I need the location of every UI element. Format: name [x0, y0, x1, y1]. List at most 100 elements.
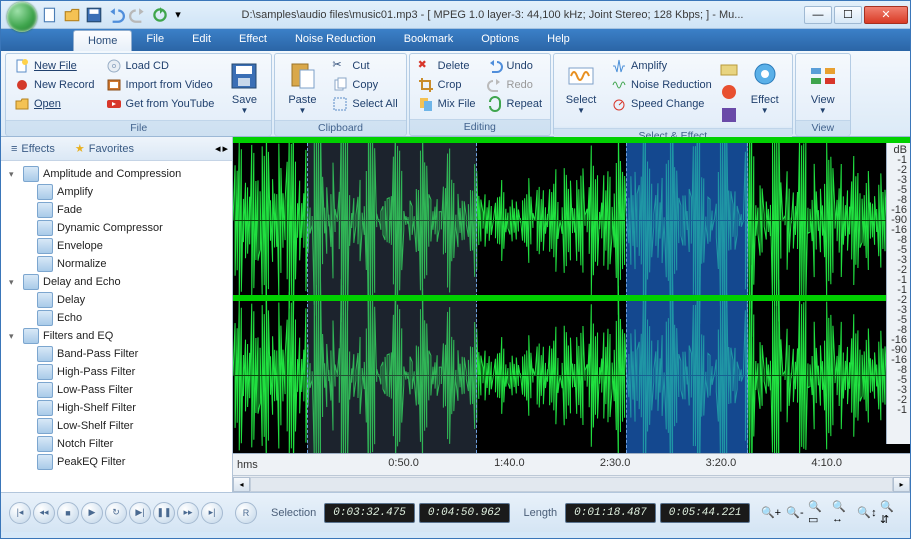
effect-button[interactable]: Effect▼: [742, 57, 788, 125]
zoom-selection-button[interactable]: 🔍▭: [808, 503, 830, 523]
qat-refresh-icon[interactable]: [151, 6, 169, 24]
tree-item[interactable]: PeakEQ Filter: [1, 453, 232, 471]
speed-change-button[interactable]: Speed Change: [607, 95, 716, 113]
mix-file-button[interactable]: Mix File: [414, 95, 480, 113]
go-end-button[interactable]: ▸|: [201, 502, 223, 524]
tree-item[interactable]: Low-Shelf Filter: [1, 417, 232, 435]
redo-button[interactable]: Redo: [483, 76, 546, 94]
tab-options[interactable]: Options: [467, 29, 533, 51]
noise-icon: [611, 77, 627, 93]
rewind-button[interactable]: ◂◂: [33, 502, 55, 524]
play-loop-button[interactable]: ↻: [105, 502, 127, 524]
tree-item[interactable]: Band-Pass Filter: [1, 345, 232, 363]
zoom-in-v-button[interactable]: 🔍↕: [856, 503, 878, 523]
qat-new-icon[interactable]: [41, 6, 59, 24]
tree-item[interactable]: Fade: [1, 201, 232, 219]
view-button[interactable]: View▼: [800, 57, 846, 117]
zoom-out-v-button[interactable]: 🔍⇵: [880, 503, 902, 523]
waveform-view[interactable]: dB-1-2-3-5-8-16-90-16-8-5-3-2-1-1-2-3-5-…: [233, 137, 910, 492]
maximize-button[interactable]: ☐: [834, 6, 862, 24]
time-ruler[interactable]: hms 0:50.01:40.02:30.03:20.04:10.05:00.0: [233, 453, 910, 475]
tree-item[interactable]: High-Pass Filter: [1, 363, 232, 381]
side-nav-left-icon[interactable]: ◂: [215, 142, 221, 155]
qat-redo-icon[interactable]: [129, 6, 147, 24]
tab-noise-reduction[interactable]: Noise Reduction: [281, 29, 390, 51]
tab-file[interactable]: File: [132, 29, 178, 51]
close-button[interactable]: ✕: [864, 6, 908, 24]
qat-undo-icon[interactable]: [107, 6, 125, 24]
cut-button[interactable]: ✂Cut: [328, 57, 401, 75]
selection-start-value: 0:03:32.475: [324, 503, 415, 523]
side-nav-right-icon[interactable]: ▸: [222, 142, 228, 155]
tree-item[interactable]: Amplify: [1, 183, 232, 201]
tree-category[interactable]: ▾Filters and EQ: [1, 327, 232, 345]
zoom-in-button[interactable]: 🔍+: [760, 503, 782, 523]
horizontal-scrollbar[interactable]: ◂ ▸: [233, 475, 910, 492]
tree-item[interactable]: Normalize: [1, 255, 232, 273]
tool-icon-1[interactable]: [719, 59, 739, 79]
copy-button[interactable]: Copy: [328, 76, 401, 94]
scroll-left-icon[interactable]: ◂: [233, 477, 250, 492]
noise-reduction-button[interactable]: Noise Reduction: [607, 76, 716, 94]
qat-save-icon[interactable]: [85, 6, 103, 24]
amplify-button[interactable]: Amplify: [607, 57, 716, 75]
tab-edit[interactable]: Edit: [178, 29, 225, 51]
tool-icon-2[interactable]: [719, 82, 739, 102]
play-button[interactable]: ▶: [81, 502, 103, 524]
import-video-button[interactable]: Import from Video: [102, 76, 219, 94]
zoom-out-button[interactable]: 🔍-: [784, 503, 806, 523]
select-all-button[interactable]: Select All: [328, 95, 401, 113]
app-orb-button[interactable]: [7, 2, 37, 32]
tree-category[interactable]: ▾Amplitude and Compression: [1, 165, 232, 183]
repeat-button[interactable]: Repeat: [483, 95, 546, 113]
undo-button[interactable]: Undo: [483, 57, 546, 75]
paste-button[interactable]: Paste▼: [279, 57, 325, 117]
tab-effect[interactable]: Effect: [225, 29, 281, 51]
qat-dropdown-icon[interactable]: ▾: [173, 6, 183, 24]
record-icon: [14, 77, 30, 93]
group-clipboard: Paste▼ ✂Cut Copy Select All Clipboard: [274, 53, 406, 136]
scroll-right-icon[interactable]: ▸: [893, 477, 910, 492]
time-tick: 2:30.0: [600, 457, 631, 469]
tree-item[interactable]: High-Shelf Filter: [1, 399, 232, 417]
tab-bookmark[interactable]: Bookmark: [390, 29, 468, 51]
fx-icon: ≡: [11, 143, 17, 155]
stop-button[interactable]: ■: [57, 502, 79, 524]
crop-button[interactable]: Crop: [414, 76, 480, 94]
tree-item[interactable]: Envelope: [1, 237, 232, 255]
select-button[interactable]: Select▼: [558, 57, 604, 125]
tree-item[interactable]: Notch Filter: [1, 435, 232, 453]
tree-category[interactable]: ▾Delay and Echo: [1, 273, 232, 291]
minimize-button[interactable]: —: [804, 6, 832, 24]
side-tab-effects[interactable]: ≡Effects: [5, 141, 61, 157]
tree-item[interactable]: Dynamic Compressor: [1, 219, 232, 237]
save-button[interactable]: Save▼: [221, 57, 267, 117]
zoom-fit-button[interactable]: 🔍↔: [832, 503, 854, 523]
tree-item[interactable]: Echo: [1, 309, 232, 327]
scroll-track[interactable]: [250, 477, 893, 492]
play-selection-button[interactable]: ▶|: [129, 502, 151, 524]
effects-tree[interactable]: ▾Amplitude and CompressionAmplifyFadeDyn…: [1, 161, 232, 492]
tree-item[interactable]: Low-Pass Filter: [1, 381, 232, 399]
pause-button[interactable]: ❚❚: [153, 502, 175, 524]
delete-button[interactable]: ✖Delete: [414, 57, 480, 75]
forward-button[interactable]: ▸▸: [177, 502, 199, 524]
tab-home[interactable]: Home: [73, 30, 132, 51]
tab-help[interactable]: Help: [533, 29, 584, 51]
selection-end-value: 0:04:50.962: [419, 503, 510, 523]
new-file-button[interactable]: New File: [10, 57, 99, 75]
open-button[interactable]: Open: [10, 95, 99, 113]
side-tab-favorites[interactable]: ★Favorites: [69, 140, 140, 157]
tool-icon-3[interactable]: [719, 105, 739, 125]
length-selection-value: 0:01:18.487: [565, 503, 656, 523]
qat-open-icon[interactable]: [63, 6, 81, 24]
tree-item[interactable]: Delay: [1, 291, 232, 309]
group-label-file: File: [6, 120, 271, 136]
effect-icon: [37, 310, 53, 326]
load-cd-button[interactable]: Load CD: [102, 57, 219, 75]
go-start-button[interactable]: |◂: [9, 502, 31, 524]
record-button[interactable]: R: [235, 502, 257, 524]
selection-label: Selection: [271, 507, 316, 519]
new-record-button[interactable]: New Record: [10, 76, 99, 94]
youtube-button[interactable]: Get from YouTube: [102, 95, 219, 113]
